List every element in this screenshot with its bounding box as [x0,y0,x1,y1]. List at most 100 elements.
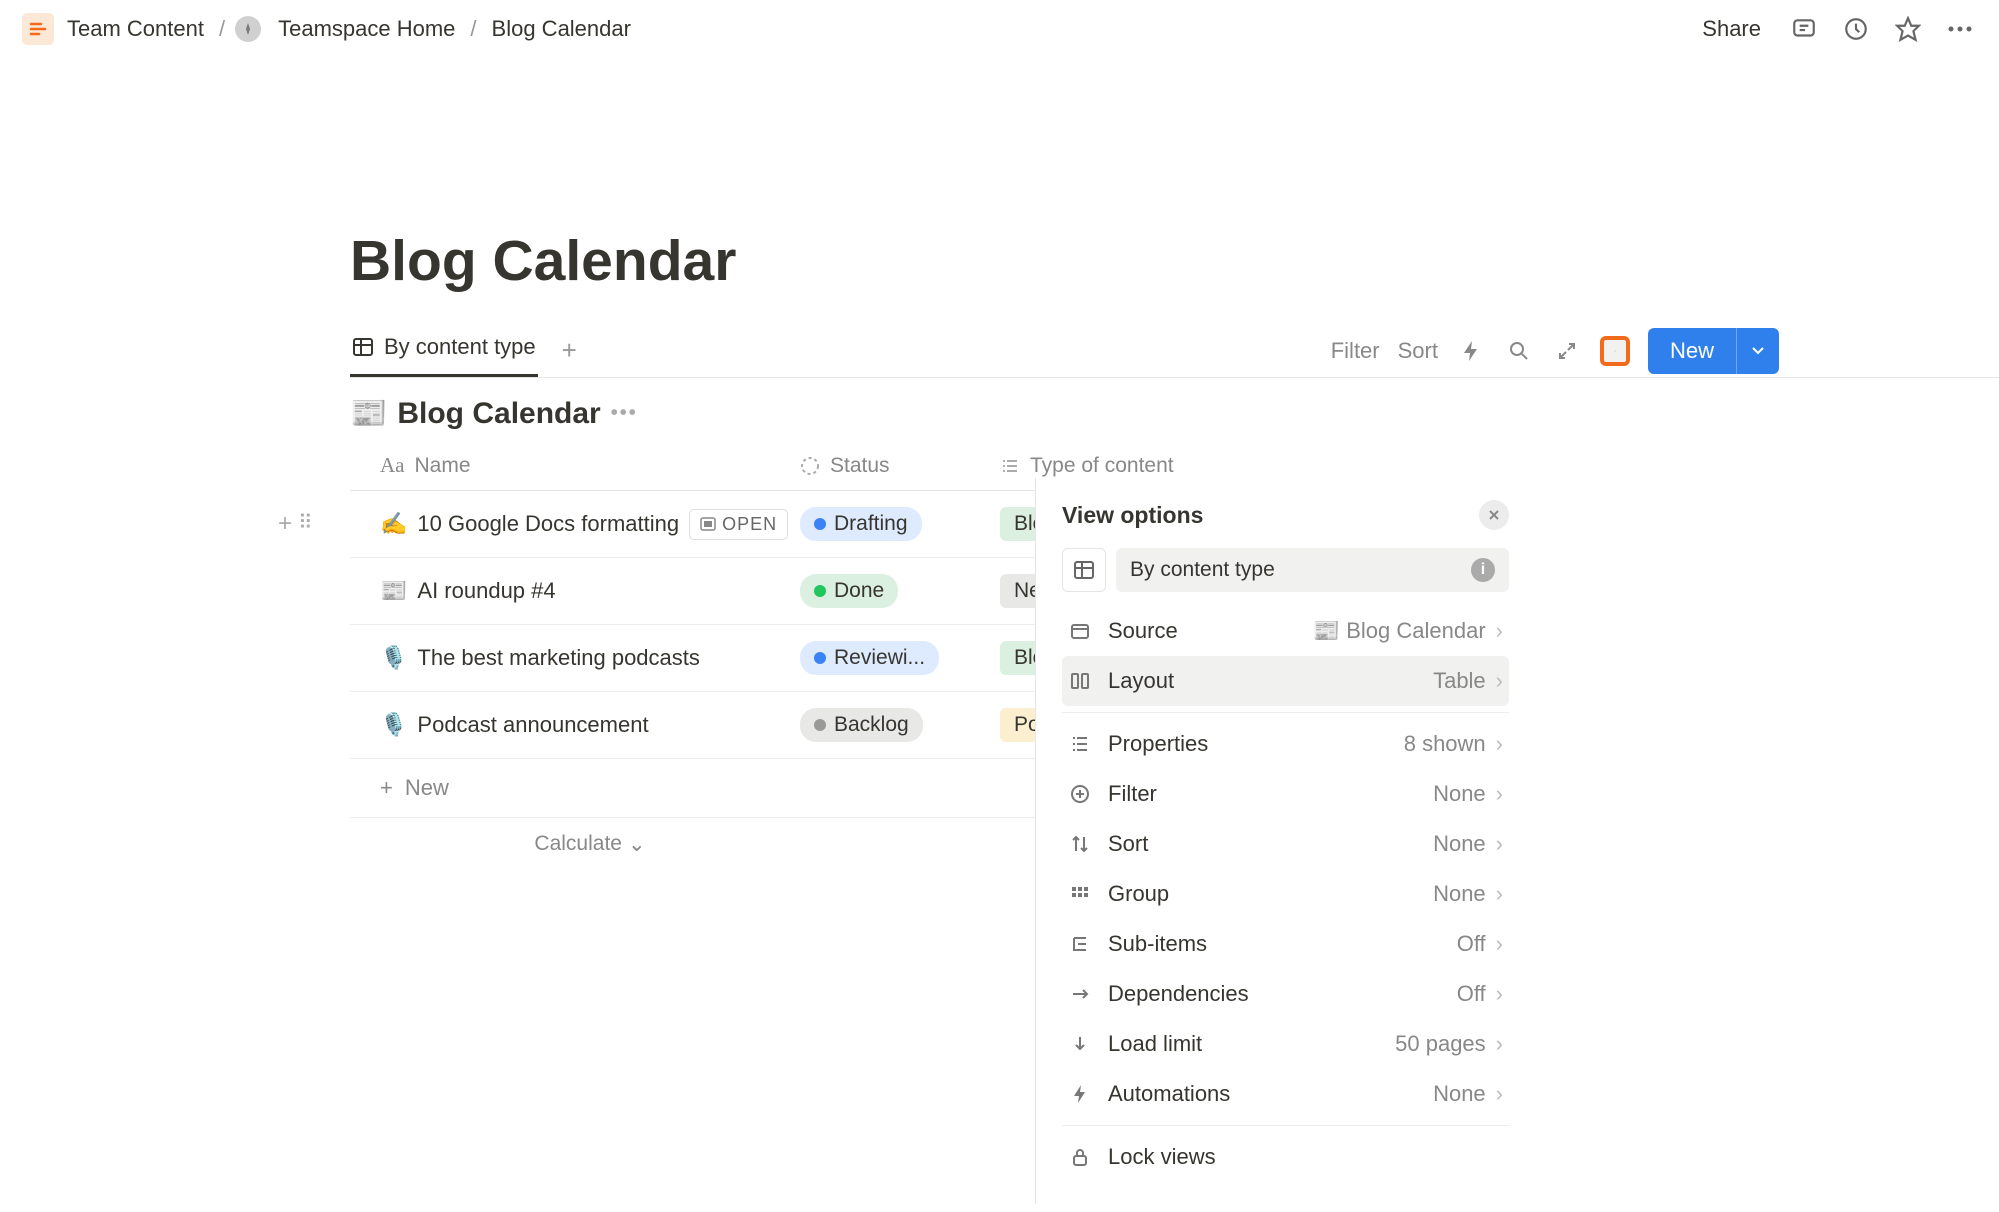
panel-item-layout[interactable]: Layout Table › [1062,656,1509,706]
drag-handle-icon[interactable]: ⠿ [298,510,313,538]
status-pill: Reviewi... [800,641,939,675]
filter-button[interactable]: Filter [1331,338,1380,364]
page-name: Podcast announcement [417,712,648,738]
share-button[interactable]: Share [1694,12,1769,46]
view-controls: Filter Sort New [1331,328,1779,374]
breadcrumb-page[interactable]: Blog Calendar [487,13,636,45]
panel-title: View options [1062,502,1203,529]
add-icon[interactable]: + [278,510,292,538]
calculate-label: Calculate [534,832,622,857]
status-prop-icon [800,456,820,476]
add-row-label: New [405,775,449,801]
page-content: Blog Calendar By content type + Filter S… [0,58,1999,871]
panel-view-name-input[interactable]: By content type i [1116,548,1509,592]
page-name: AI roundup #4 [417,578,555,604]
panel-close-button[interactable] [1479,500,1509,530]
cell-status[interactable]: Backlog [800,708,1000,742]
panel-item-label: Group [1108,881,1169,907]
panel-item-sub-items[interactable]: Sub-itemsOff› [1062,919,1509,969]
info-icon[interactable]: i [1471,558,1495,582]
props-icon [1068,733,1092,755]
view-options-button[interactable] [1600,336,1630,366]
database-title[interactable]: Blog Calendar [397,397,600,431]
breadcrumb: Team Content / Teamspace Home / Blog Cal… [22,13,636,45]
page-emoji-icon: 🎙️ [380,712,407,738]
panel-item-value: 8 shown [1404,731,1486,757]
cell-status[interactable]: Done [800,574,1000,608]
panel-item-sort[interactable]: SortNone› [1062,819,1509,869]
sort-icon [1068,833,1092,855]
chevron-right-icon: › [1496,1081,1503,1107]
panel-item-value: None [1433,1081,1486,1107]
cell-name[interactable]: 📰 AI roundup #4 [350,578,800,604]
panel-view-icon [1062,548,1106,592]
sort-button[interactable]: Sort [1398,338,1438,364]
panel-item-automations[interactable]: Automations None › [1062,1069,1509,1119]
panel-item-label: Properties [1108,731,1208,757]
new-button[interactable]: New [1648,328,1736,374]
cell-name[interactable]: 🎙️ Podcast announcement [350,712,800,738]
automations-icon[interactable] [1456,336,1486,366]
panel-item-label: Load limit [1108,1031,1202,1057]
panel-item-group[interactable]: Group None › [1062,869,1509,919]
cell-name[interactable]: 🎙️The best marketing podcasts [350,645,800,671]
column-type[interactable]: Type of content [1000,453,1300,478]
column-status[interactable]: Status [800,453,1000,478]
panel-item-properties[interactable]: Properties 8 shown › [1062,719,1509,769]
view-tab-by-content-type[interactable]: By content type [350,324,538,377]
panel-item-label: Sub-items [1108,931,1207,957]
chevron-right-icon: › [1496,731,1503,757]
chevron-right-icon: › [1496,881,1503,907]
calculate-button[interactable]: Calculate ⌄ [350,818,830,871]
page-emoji-icon: 📰 [380,578,407,604]
breadcrumb-root[interactable]: Team Content [62,13,209,45]
chevron-down-icon: ⌄ [628,832,646,857]
breadcrumb-workspace[interactable]: Teamspace Home [273,13,460,45]
panel-item-label: Automations [1108,1081,1230,1107]
group-icon [1068,883,1092,905]
panel-item-value: None [1433,881,1486,907]
topbar: Team Content / Teamspace Home / Blog Cal… [0,0,1999,58]
breadcrumb-sep: / [468,16,478,42]
column-name[interactable]: Aa Name [350,453,800,478]
new-dropdown-button[interactable] [1736,328,1779,374]
filter-icon [1068,783,1092,805]
cell-status[interactable]: Reviewi... [800,641,1000,675]
page-title[interactable]: Blog Calendar [350,228,1999,294]
panel-item-value: Off [1457,931,1486,957]
add-view-button[interactable]: + [552,335,587,366]
panel-item-dependencies[interactable]: DependenciesOff› [1062,969,1509,1019]
panel-item-filter[interactable]: FilterNone› [1062,769,1509,819]
panel-item-load-limit[interactable]: Load limit50 pages› [1062,1019,1509,1069]
column-label: Type of content [1030,454,1174,478]
expand-icon[interactable] [1552,336,1582,366]
chevron-right-icon: › [1496,981,1503,1007]
new-button-group: New [1648,328,1779,374]
panel-item-lock-views[interactable]: Lock views [1062,1132,1509,1182]
panel-item-label: Layout [1108,668,1174,694]
panel-item-value: None [1433,831,1486,857]
breadcrumb-sep: / [217,16,227,42]
more-icon[interactable] [1943,12,1977,46]
history-icon[interactable] [1839,12,1873,46]
open-button[interactable]: OPEN [689,509,788,540]
search-icon[interactable] [1504,336,1534,366]
cell-status[interactable]: Drafting [800,507,1000,541]
star-icon[interactable] [1891,12,1925,46]
panel-item-value: None [1433,781,1486,807]
panel-item-source[interactable]: Source📰 Blog Calendar› [1062,606,1509,656]
title-prop-icon: Aa [380,453,405,478]
sub-icon [1068,933,1092,955]
open-icon [700,517,716,531]
page-name: The best marketing podcasts [417,645,699,671]
cell-name[interactable]: ✍️10 Google Docs formattingOPEN [350,509,800,540]
database-icon: 📰 [350,396,387,431]
database-more-icon[interactable]: ••• [611,402,638,425]
status-pill: Backlog [800,708,923,742]
view-tabs: By content type + [350,324,587,377]
plus-icon: + [380,775,393,801]
views-row: By content type + Filter Sort New [350,324,1999,378]
panel-item-value: Table [1433,668,1486,694]
comments-icon[interactable] [1787,12,1821,46]
chevron-right-icon: › [1496,668,1503,694]
